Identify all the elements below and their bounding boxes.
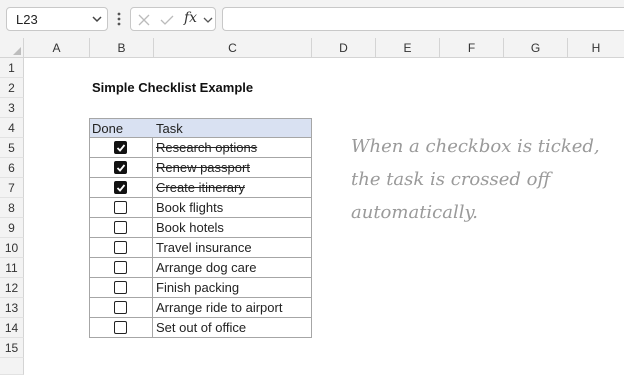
column-header-d[interactable]: D	[312, 38, 376, 58]
done-cell[interactable]	[89, 258, 153, 278]
column-header-f[interactable]: F	[440, 38, 504, 58]
row-header-8[interactable]: 8	[0, 198, 24, 218]
task-cell[interactable]: Travel insurance	[152, 238, 312, 258]
table-row: Renew passport	[89, 158, 312, 178]
table-row: Book flights	[89, 198, 312, 218]
task-label: Finish packing	[156, 280, 240, 295]
table-row: Research options	[89, 138, 312, 158]
row-header-5[interactable]: 5	[0, 138, 24, 158]
task-label: Set out of office	[156, 320, 247, 335]
formula-controls: fx	[130, 7, 216, 31]
task-checkbox[interactable]	[114, 281, 127, 294]
done-cell[interactable]	[89, 158, 153, 178]
table-row: Travel insurance	[89, 238, 312, 258]
task-label: Research options	[156, 140, 258, 155]
header-task[interactable]: Task	[152, 118, 312, 138]
done-cell[interactable]	[89, 318, 153, 338]
column-header-g[interactable]: G	[504, 38, 568, 58]
name-box-value: L23	[16, 12, 38, 27]
done-cell[interactable]	[89, 298, 153, 318]
task-cell[interactable]: Create itinerary	[152, 178, 312, 198]
row-header-14[interactable]: 14	[0, 318, 24, 338]
task-cell[interactable]: Set out of office	[152, 318, 312, 338]
task-cell[interactable]: Book flights	[152, 198, 312, 218]
table-row: Arrange ride to airport	[89, 298, 312, 318]
row-header-2[interactable]: 2	[0, 78, 24, 98]
row-header-10[interactable]: 10	[0, 238, 24, 258]
row-header-4[interactable]: 4	[0, 118, 24, 138]
table-row: Finish packing	[89, 278, 312, 298]
task-cell[interactable]: Research options	[152, 138, 312, 158]
task-checkbox[interactable]	[114, 221, 127, 234]
table-header-row: Done Task	[89, 118, 312, 138]
done-cell[interactable]	[89, 138, 153, 158]
confirm-icon[interactable]	[159, 13, 175, 27]
done-cell[interactable]	[89, 198, 153, 218]
row-header-3[interactable]: 3	[0, 98, 24, 118]
done-cell[interactable]	[89, 278, 153, 298]
cancel-icon[interactable]	[137, 13, 151, 27]
column-header-h[interactable]: H	[568, 38, 624, 58]
done-cell[interactable]	[89, 238, 153, 258]
name-box[interactable]: L23	[6, 7, 108, 31]
task-cell[interactable]: Arrange dog care	[152, 258, 312, 278]
task-cell[interactable]: Finish packing	[152, 278, 312, 298]
task-checkbox[interactable]	[114, 261, 127, 274]
header-done[interactable]: Done	[89, 118, 153, 138]
column-header-b[interactable]: B	[90, 38, 154, 58]
task-label: Renew passport	[156, 160, 250, 175]
chevron-down-icon[interactable]	[202, 13, 214, 27]
column-header-e[interactable]: E	[376, 38, 440, 58]
row-header-13[interactable]: 13	[0, 298, 24, 318]
sheet-title: Simple Checklist Example	[92, 80, 254, 95]
row-header-16[interactable]	[0, 358, 24, 375]
table-row: Arrange dog care	[89, 258, 312, 278]
task-checkbox[interactable]	[114, 141, 127, 154]
table-row: Create itinerary	[89, 178, 312, 198]
task-cell[interactable]: Arrange ride to airport	[152, 298, 312, 318]
formula-input[interactable]	[222, 7, 624, 31]
column-header-c[interactable]: C	[154, 38, 312, 58]
checkmark-icon	[116, 163, 125, 172]
insert-function-button[interactable]: fx	[184, 10, 197, 26]
task-checkbox[interactable]	[114, 321, 127, 334]
row-header-11[interactable]: 11	[0, 258, 24, 278]
task-checkbox[interactable]	[114, 201, 127, 214]
row-header-1[interactable]: 1	[0, 58, 24, 78]
column-header-a[interactable]: A	[24, 38, 90, 58]
done-cell[interactable]	[89, 178, 153, 198]
done-cell[interactable]	[89, 218, 153, 238]
row-header-12[interactable]: 12	[0, 278, 24, 298]
row-header-15[interactable]: 15	[0, 338, 24, 358]
task-cell[interactable]: Renew passport	[152, 158, 312, 178]
checkmark-icon	[116, 183, 125, 192]
task-label: Book flights	[156, 200, 224, 215]
formula-bar: L23 fx	[0, 0, 624, 38]
task-label: Create itinerary	[156, 180, 245, 195]
task-label: Book hotels	[156, 220, 224, 235]
task-label: Arrange ride to airport	[156, 300, 283, 315]
task-checkbox[interactable]	[114, 301, 127, 314]
task-checkbox[interactable]	[114, 161, 127, 174]
select-all-corner[interactable]	[0, 38, 24, 58]
task-label: Travel insurance	[156, 240, 252, 255]
explanation-note: When a checkbox is ticked, the task is c…	[351, 136, 600, 223]
chevron-down-icon[interactable]	[90, 11, 104, 27]
row-header-9[interactable]: 9	[0, 218, 24, 238]
task-checkbox[interactable]	[114, 181, 127, 194]
checkmark-icon	[116, 143, 125, 152]
row-header-7[interactable]: 7	[0, 178, 24, 198]
task-cell[interactable]: Book hotels	[152, 218, 312, 238]
more-options-icon[interactable]	[115, 10, 123, 28]
table-row: Set out of office	[89, 318, 312, 338]
row-header-6[interactable]: 6	[0, 158, 24, 178]
worksheet-grid: A B C D E F G H 1 2 3 4 5 6 7 8 9 10 11 …	[0, 38, 624, 375]
task-checkbox[interactable]	[114, 241, 127, 254]
table-row: Book hotels	[89, 218, 312, 238]
task-label: Arrange dog care	[156, 260, 257, 275]
